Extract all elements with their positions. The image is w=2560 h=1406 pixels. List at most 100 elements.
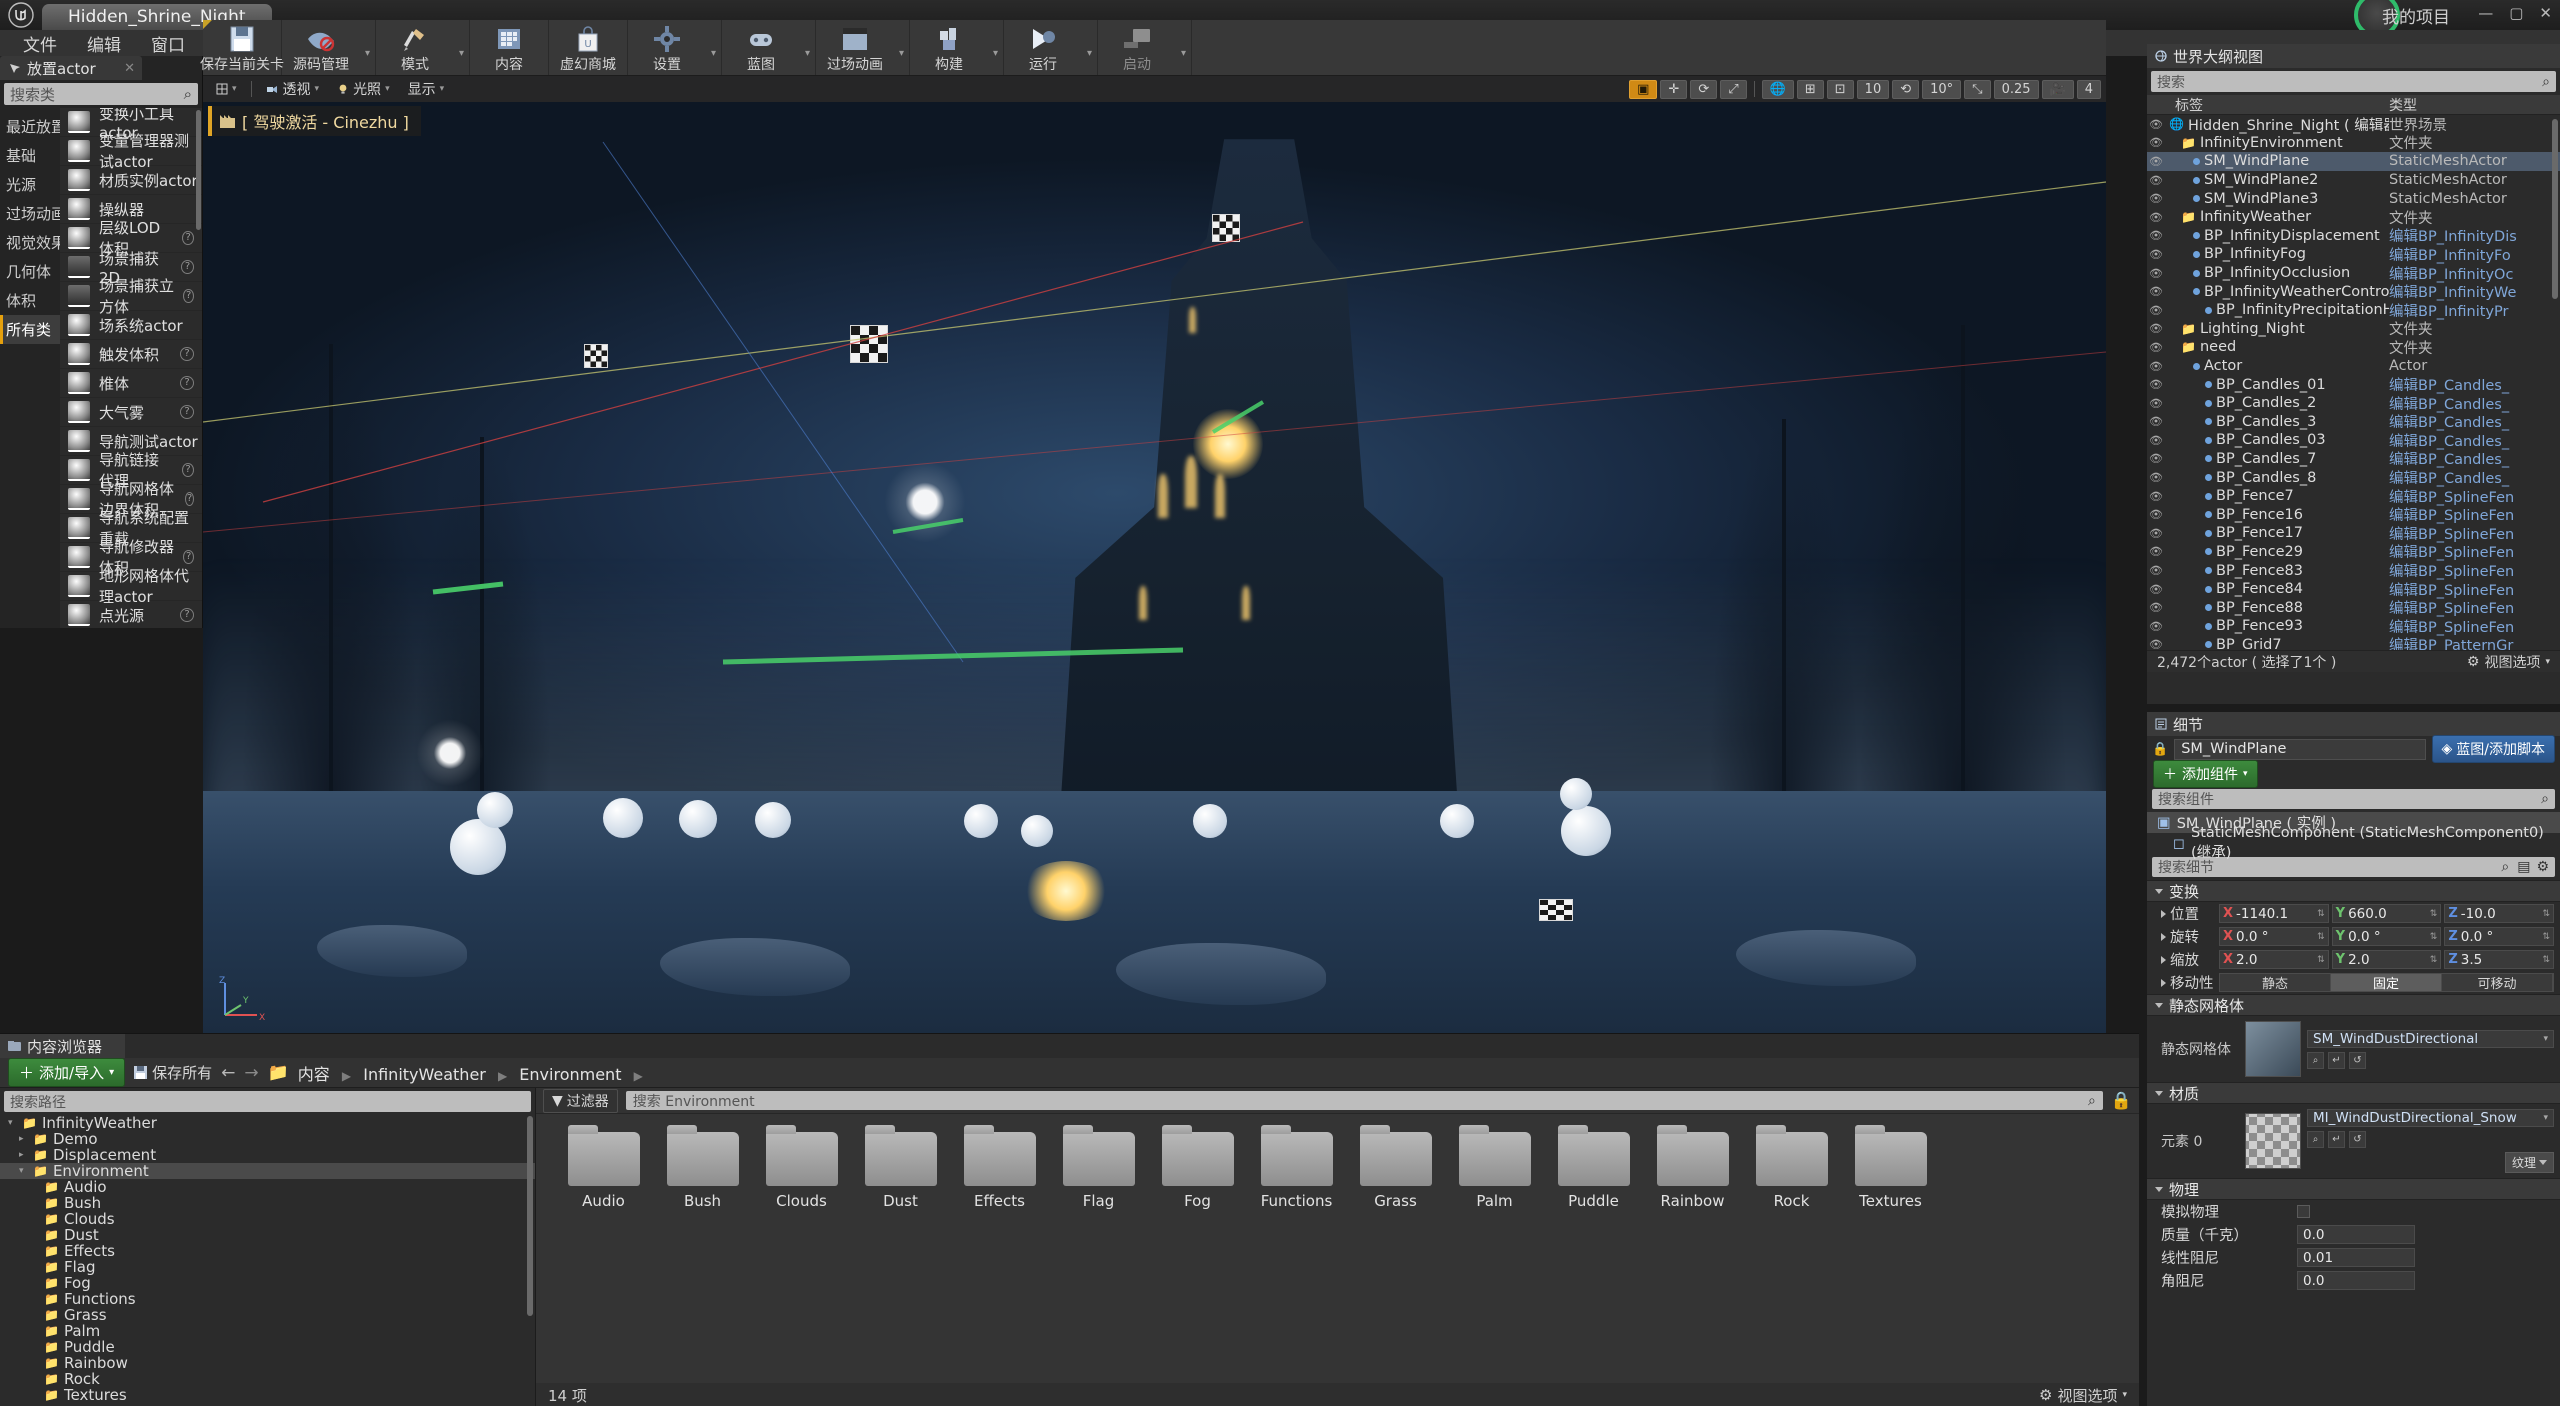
transform-缩放-x-field[interactable]: X 2.0 ⇅ <box>2219 950 2329 969</box>
toolbar-dropdown-arrow[interactable]: ▾ <box>360 20 375 75</box>
tree-expander-icon[interactable]: ▸ <box>19 1150 28 1160</box>
asset-folder-item[interactable]: Functions <box>1247 1125 1346 1210</box>
menu-item-file[interactable]: 文件 <box>10 28 70 59</box>
spinner-icon[interactable]: ⇅ <box>2542 932 2550 942</box>
browse-to-material-icon[interactable]: ⌕ <box>2307 1131 2324 1148</box>
spinner-icon[interactable]: ⇅ <box>2317 909 2325 919</box>
outliner-row[interactable]: 👁 BP_Fence7 编辑BP_SplineFen <box>2147 487 2560 506</box>
visibility-eye-icon[interactable]: 👁 <box>2147 508 2165 521</box>
toolbar-dropdown-arrow[interactable]: ▾ <box>454 20 469 75</box>
toolbar-button-launch[interactable]: 启动 <box>1098 20 1176 75</box>
viewport-view-options-icon[interactable]: ▾ <box>208 81 245 97</box>
place-category-7[interactable]: 所有类 <box>0 315 60 344</box>
toolbar-dropdown-arrow[interactable]: ▾ <box>988 20 1003 75</box>
asset-folder-item[interactable]: Rainbow <box>1643 1125 1742 1210</box>
breadcrumb-item-environment[interactable]: Environment <box>519 1065 621 1084</box>
outliner-view-options-button[interactable]: ⚙ 视图选项 ▾ <box>2467 652 2550 672</box>
component-child-item[interactable]: ◻ StaticMeshComponent (StaticMeshCompone… <box>2147 825 2560 861</box>
help-icon[interactable]: ? <box>182 231 194 245</box>
help-icon[interactable]: ? <box>180 347 194 361</box>
spinner-icon[interactable]: ⇅ <box>2542 955 2550 965</box>
help-icon[interactable]: ? <box>180 405 194 419</box>
visibility-eye-icon[interactable]: 👁 <box>2147 267 2165 280</box>
viewport-show-button[interactable]: 显示 ▾ <box>400 77 453 101</box>
content-tree-node[interactable]: 📁 Palm <box>0 1322 535 1340</box>
level-viewport[interactable]: ▾ 透视 ▾ 光照 ▾ 显示 ▾ ▣ ✛ ⟳ ⤢ 🌐 ⊞ ⊡ 10 ⟲ 10° … <box>203 76 2106 1033</box>
outliner-row[interactable]: 👁 SM_WindPlane3 StaticMeshActor <box>2147 189 2560 208</box>
outliner-row[interactable]: 👁 BP_Fence93 编辑BP_SplineFen <box>2147 617 2560 636</box>
visibility-eye-icon[interactable]: 👁 <box>2147 620 2165 633</box>
outliner-row[interactable]: 👁BP_InfinityPrecipitationHail编辑BP_Infini… <box>2147 301 2560 320</box>
toolbar-button-play[interactable]: 运行 <box>1004 20 1082 75</box>
asset-folder-item[interactable]: Palm <box>1445 1125 1544 1210</box>
asset-folder-item[interactable]: Puddle <box>1544 1125 1643 1210</box>
content-tree-node[interactable]: 📁 Rock <box>0 1370 535 1388</box>
asset-folder-item[interactable]: Bush <box>653 1125 752 1210</box>
content-tree-node[interactable]: 📁 Rainbow <box>0 1354 535 1372</box>
asset-folder-item[interactable]: Audio <box>554 1125 653 1210</box>
outliner-row[interactable]: 👁 BP_Grid7 编辑BP_PatternGr <box>2147 636 2560 650</box>
place-category-4[interactable]: 视觉效果 <box>0 228 66 257</box>
content-browser-tab[interactable]: 内容浏览器 <box>0 1034 125 1058</box>
outliner-row[interactable]: 👁 BP_Fence84 编辑BP_SplineFen <box>2147 580 2560 599</box>
content-tree-node[interactable]: ▸ 📁 Demo <box>0 1130 535 1148</box>
chevron-right-icon[interactable] <box>2161 955 2166 964</box>
spinner-icon[interactable]: ⇅ <box>2317 955 2325 965</box>
toolbar-button-content[interactable]: 内容 <box>470 20 548 75</box>
toolbar-button-cinematics[interactable]: 过场动画 <box>816 20 894 75</box>
camera-speed-icon[interactable]: 🎥 <box>2041 79 2074 99</box>
asset-folder-item[interactable]: Effects <box>950 1125 1049 1210</box>
visibility-eye-icon[interactable]: 👁 <box>2147 583 2165 596</box>
content-tree-node[interactable]: 📁 Grass <box>0 1306 535 1324</box>
scale-mode-icon[interactable]: ⤢ <box>1720 79 1747 99</box>
visibility-eye-icon[interactable]: 👁 <box>2147 136 2165 149</box>
browse-to-asset-icon[interactable]: ⌕ <box>2307 1051 2324 1069</box>
add-component-button[interactable]: ＋ 添加组件 ▾ <box>2153 760 2258 788</box>
toolbar-button-marketplace[interactable]: U 虚幻商城 <box>549 20 627 75</box>
transform-旋转-x-field[interactable]: X 0.0 ° ⇅ <box>2219 927 2329 946</box>
material-thumbnail[interactable] <box>2245 1113 2301 1169</box>
outliner-col-type[interactable]: 类型 <box>2389 95 2560 115</box>
asset-folder-item[interactable]: Clouds <box>752 1125 851 1210</box>
tree-expander-icon[interactable]: ▾ <box>8 1118 17 1128</box>
toolbar-dropdown-arrow[interactable]: ▾ <box>800 20 815 75</box>
use-selected-material-icon[interactable]: ↵ <box>2328 1131 2345 1148</box>
viewport-perspective-button[interactable]: 透视 ▾ <box>258 77 328 101</box>
outliner-row[interactable]: 👁 BP_Candles_2 编辑BP_Candles_ <box>2147 394 2560 413</box>
visibility-eye-icon[interactable]: 👁 <box>2147 118 2165 131</box>
rotation-snap-toggle[interactable]: ⟲ <box>1892 79 1920 99</box>
view-options-button[interactable]: ⚙ 视图选项 ▾ <box>2039 1385 2127 1406</box>
asset-folder-item[interactable]: Rock <box>1742 1125 1841 1210</box>
asset-folder-item[interactable]: Textures <box>1841 1125 1940 1210</box>
outliner-search-input[interactable]: 搜索 ⌕ <box>2151 71 2556 92</box>
outliner-row[interactable]: 👁 Actor Actor <box>2147 357 2560 376</box>
visibility-eye-icon[interactable]: 👁 <box>2147 434 2165 447</box>
transform-位置-z-field[interactable]: Z -10.0 ⇅ <box>2444 904 2555 923</box>
arrow-left-icon[interactable]: ← <box>221 1063 235 1083</box>
place-category-2[interactable]: 光源 <box>0 170 60 199</box>
asset-folder-item[interactable]: Grass <box>1346 1125 1445 1210</box>
physics-number-field[interactable]: 0.0 <box>2297 1271 2415 1290</box>
select-mode-icon[interactable]: ▣ <box>1629 79 1658 99</box>
help-icon[interactable]: ? <box>180 608 194 622</box>
maximize-icon[interactable]: ▢ <box>2509 4 2523 22</box>
actor-name-input[interactable]: SM_WindPlane <box>2174 738 2426 760</box>
use-selected-asset-icon[interactable]: ↵ <box>2328 1051 2345 1069</box>
content-tree-node[interactable]: 📁 Clouds <box>0 1210 535 1228</box>
visibility-eye-icon[interactable]: 👁 <box>2147 564 2165 577</box>
toolbar-button-build[interactable]: 构建 <box>910 20 988 75</box>
asset-view-lock-icon[interactable]: 🔒 <box>2111 1091 2132 1111</box>
section-header-transform[interactable]: 变换 <box>2147 880 2560 902</box>
viewport-lit-button[interactable]: 光照 ▾ <box>329 77 398 101</box>
place-actors-search[interactable]: 搜索类 ⌕ <box>4 83 198 105</box>
outliner-row[interactable]: 👁 BP_Candles_8 编辑BP_Candles_ <box>2147 468 2560 488</box>
grid-snap-toggle[interactable]: ⊡ <box>1826 79 1854 99</box>
place-category-5[interactable]: 几何体 <box>0 257 60 286</box>
help-icon[interactable]: ? <box>182 463 194 477</box>
tree-expander-icon[interactable]: ▾ <box>19 1166 28 1176</box>
transform-位置-x-field[interactable]: X -1140.1 ⇅ <box>2219 904 2329 923</box>
place-category-1[interactable]: 基础 <box>0 141 60 170</box>
arrow-right-icon[interactable]: → <box>244 1063 258 1083</box>
world-outliner-tab[interactable]: 世界大纲视图 <box>2147 44 2560 68</box>
details-grid-view-icon[interactable]: ▤ <box>2517 859 2530 875</box>
